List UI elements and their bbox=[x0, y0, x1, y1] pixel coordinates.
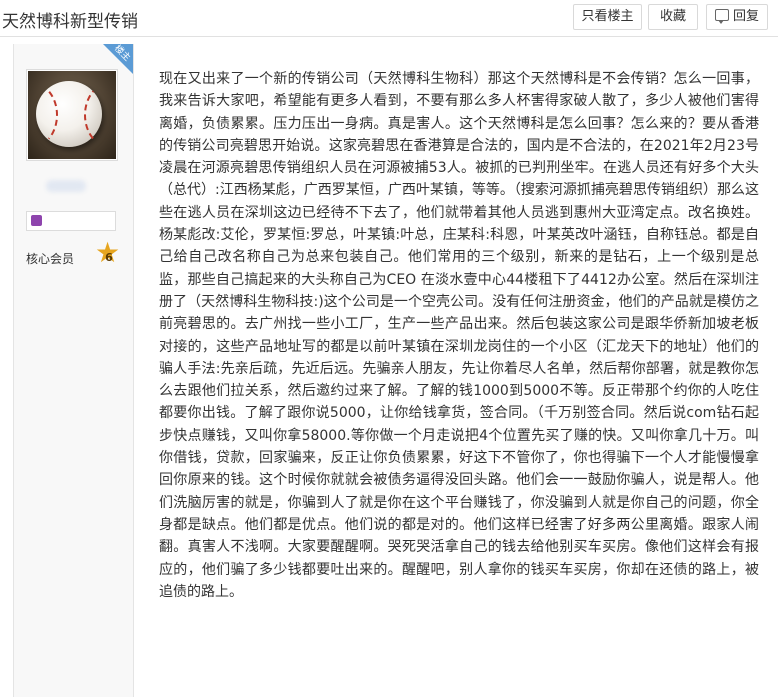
baseball-icon bbox=[36, 81, 102, 148]
level-number: 6 bbox=[105, 251, 113, 264]
avatar-image bbox=[28, 71, 116, 159]
user-level: 核心会员 6 bbox=[26, 242, 120, 269]
username-blurred[interactable] bbox=[46, 180, 86, 192]
author-panel: 楼主 核心会员 6 bbox=[13, 44, 134, 697]
reply-icon bbox=[714, 9, 729, 24]
thread-header: 天然博科新型传销 只看楼主 收藏 回复 bbox=[0, 0, 778, 37]
favorite-button[interactable]: 收藏 bbox=[648, 4, 698, 30]
avatar[interactable] bbox=[26, 69, 118, 161]
level-star-icon: 6 bbox=[95, 242, 120, 269]
only-op-button[interactable]: 只看楼主 bbox=[573, 4, 642, 30]
level-label: 核心会员 bbox=[26, 252, 75, 266]
medal-icon bbox=[31, 215, 42, 226]
page-title: 天然博科新型传销 bbox=[2, 12, 138, 32]
reply-label: 回复 bbox=[732, 9, 759, 24]
user-medal-row bbox=[26, 211, 116, 231]
reply-button[interactable]: 回复 bbox=[706, 4, 768, 30]
post-content: 现在又出来了一个新的传销公司（天然博科生物科）那这个天然博科是不会传销？怎么一回… bbox=[159, 71, 759, 600]
